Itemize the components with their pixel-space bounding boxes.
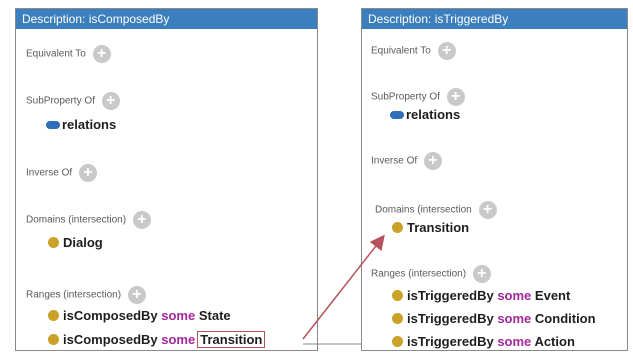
arrow-icon: [302, 234, 385, 345]
